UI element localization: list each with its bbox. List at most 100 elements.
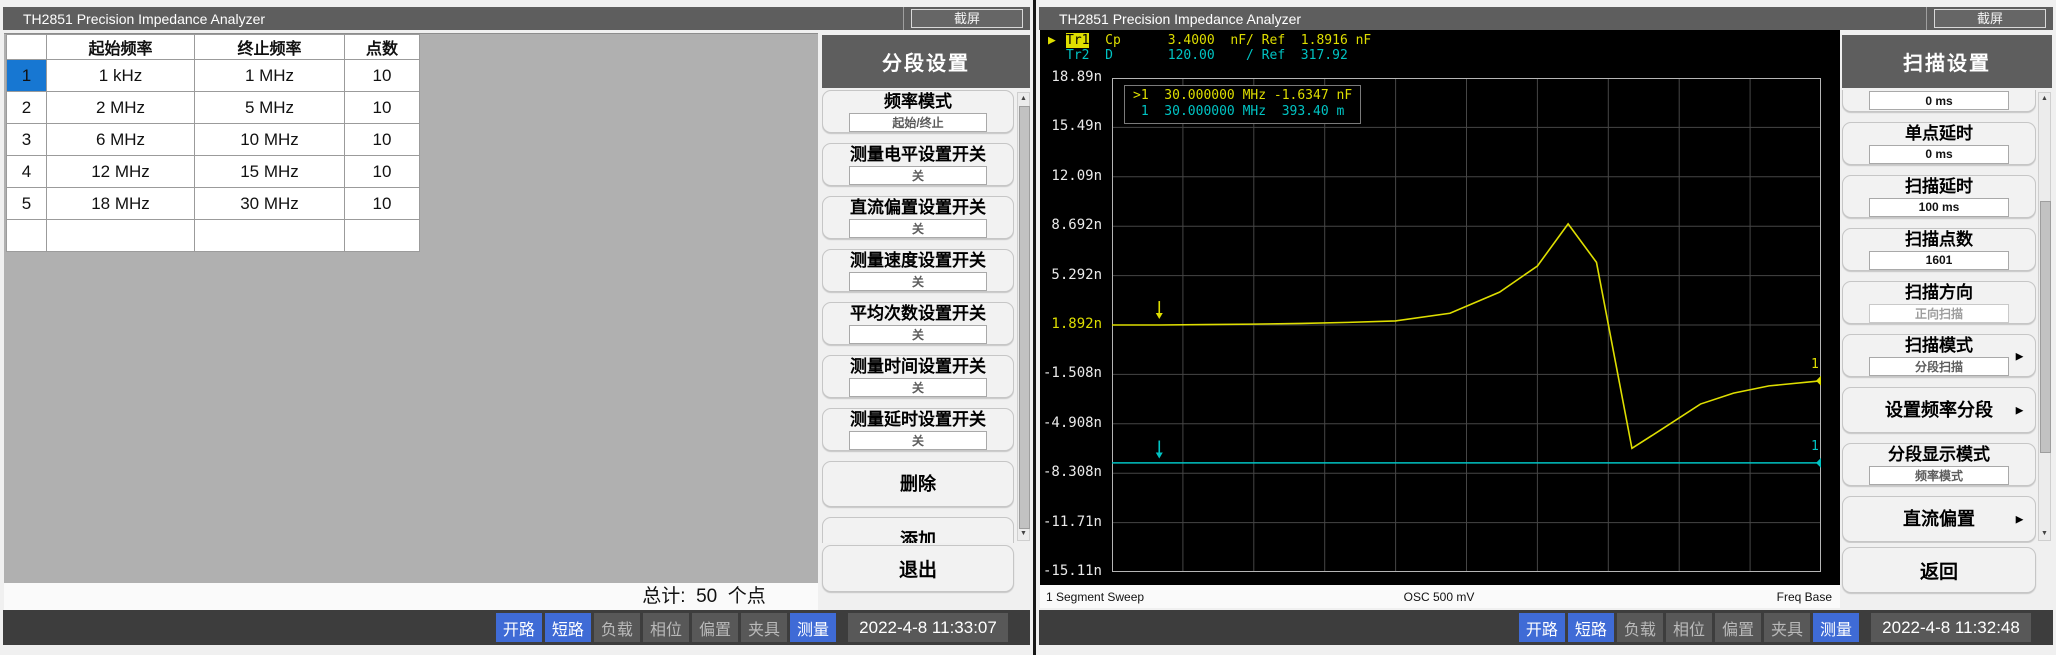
status-toggle[interactable]: 短路 (1568, 613, 1614, 642)
row-number-cell[interactable] (7, 220, 47, 252)
scroll-up-icon[interactable]: ▲ (1018, 93, 1029, 105)
table-cell[interactable] (345, 220, 420, 252)
button-value: 关 (849, 378, 988, 397)
sweep-delay-button[interactable]: 扫描延时100 ms (1842, 175, 2036, 218)
point-delay-button[interactable]: 单点延时0 ms (1842, 122, 2036, 165)
sweep-mode-button[interactable]: 扫描模式分段扫描► (1842, 334, 2036, 377)
delete-button[interactable]: 删除 (822, 461, 1014, 507)
table-row[interactable]: 11 kHz1 MHz10 (7, 60, 420, 92)
speed-switch-button[interactable]: 测量速度设置开关关 (822, 249, 1014, 292)
button-label: 添加 (900, 530, 936, 543)
table-cell[interactable]: 12 MHz (47, 156, 195, 188)
status-toggle[interactable]: 开路 (496, 613, 542, 642)
column-header: 起始频率 (47, 35, 195, 60)
status-toggle[interactable]: 偏置 (1715, 613, 1761, 642)
scrollbar-thumb[interactable] (1019, 106, 1030, 529)
status-toggle[interactable]: 短路 (545, 613, 591, 642)
dc-bias-switch-button[interactable]: 直流偏置设置开关关 (822, 196, 1014, 239)
button-label: 测量时间设置开关 (850, 357, 986, 377)
table-cell[interactable]: 1 MHz (195, 60, 345, 92)
meas-time-switch-button[interactable]: 测量时间设置开关关 (822, 355, 1014, 398)
freq-mode-button[interactable]: 频率模式起始/终止 (822, 90, 1014, 133)
impedance-chart: ▶Tr1 Cp 3.4000 nF/ Ref 1.8916 nF Tr2 D 1… (1040, 30, 1840, 585)
button-label: 单点延时 (1905, 124, 1973, 144)
meas-delay-switch-button[interactable]: 测量延时设置开关关 (822, 408, 1014, 451)
status-toggle[interactable]: 相位 (1666, 613, 1712, 642)
table-row[interactable]: 36 MHz10 MHz10 (7, 124, 420, 156)
sweep-direction-button[interactable]: 扫描方向正向扫描 (1842, 281, 2036, 324)
scroll-up-icon[interactable]: ▲ (2039, 93, 2050, 105)
clipped-delay-button[interactable]: 0 ms (1842, 90, 2036, 112)
row-number-cell[interactable]: 1 (7, 60, 47, 92)
table-cell[interactable]: 10 MHz (195, 124, 345, 156)
table-cell[interactable]: 10 (345, 124, 420, 156)
sweep-type-label: 1 Segment Sweep (1040, 590, 1308, 604)
table-cell[interactable]: 2 MHz (47, 92, 195, 124)
screen-capture-button[interactable]: 截屏 (911, 9, 1023, 28)
right-window: TH2851 Precision Impedance Analyzer 截屏 ▶… (1036, 0, 2056, 655)
row-number-cell[interactable]: 2 (7, 92, 47, 124)
table-cell[interactable]: 1 kHz (47, 60, 195, 92)
left-status-bar: 开路短路负载相位偏置夹具测量 2022-4-8 11:33:07 (3, 610, 1030, 645)
status-toggle[interactable]: 测量 (790, 613, 836, 642)
sweep-settings-button-list: 0 ms单点延时0 ms扫描延时100 ms扫描点数1601扫描方向正向扫描扫描… (1842, 90, 2036, 543)
y-axis-labels: 18.89n15.49n12.09n8.692n5.292n1.892n-1.5… (1040, 78, 1106, 572)
row-number-cell[interactable]: 5 (7, 188, 47, 220)
status-toggle[interactable]: 偏置 (692, 613, 738, 642)
segment-table[interactable]: 起始频率终止频率点数11 kHz1 MHz1022 MHz5 MHz1036 M… (6, 34, 420, 252)
screen-capture-button[interactable]: 截屏 (1934, 9, 2046, 28)
status-toggle[interactable]: 负载 (1617, 613, 1663, 642)
scroll-down-icon[interactable]: ▼ (1018, 528, 1029, 540)
button-value: 100 ms (1869, 198, 2009, 217)
add-button[interactable]: 添加 (822, 517, 1014, 543)
table-row[interactable]: 412 MHz15 MHz10 (7, 156, 420, 188)
table-cell[interactable] (47, 220, 195, 252)
button-label: 扫描模式 (1905, 336, 1973, 356)
table-cell[interactable]: 15 MHz (195, 156, 345, 188)
row-number-cell[interactable]: 4 (7, 156, 47, 188)
status-toggle[interactable]: 夹具 (1764, 613, 1810, 642)
status-toggle[interactable]: 测量 (1813, 613, 1859, 642)
button-label: 扫描点数 (1905, 230, 1973, 250)
active-trace-arrow-icon: ▶ (1048, 33, 1066, 48)
status-toggle[interactable]: 相位 (643, 613, 689, 642)
submenu-arrow-icon: ► (2013, 403, 2026, 418)
exit-button[interactable]: 退出 (822, 545, 1014, 592)
table-cell[interactable]: 6 MHz (47, 124, 195, 156)
table-cell[interactable]: 5 MHz (195, 92, 345, 124)
table-row[interactable] (7, 220, 420, 252)
left-title-bar: TH2851 Precision Impedance Analyzer 截屏 (3, 7, 1030, 30)
total-points-label: 总计: 50 个点 (642, 583, 766, 610)
y-axis-tick-label: -4.908n (1043, 415, 1102, 431)
dc-bias-button[interactable]: 直流偏置► (1842, 496, 2036, 542)
y-axis-tick-label: 5.292n (1051, 267, 1102, 283)
table-row[interactable]: 518 MHz30 MHz10 (7, 188, 420, 220)
table-cell[interactable]: 10 (345, 188, 420, 220)
table-cell[interactable] (195, 220, 345, 252)
status-toggle[interactable]: 负载 (594, 613, 640, 642)
table-cell[interactable]: 10 (345, 92, 420, 124)
button-value: 0 ms (1869, 91, 2009, 110)
return-button[interactable]: 返回 (1842, 547, 2036, 593)
table-cell[interactable]: 10 (345, 156, 420, 188)
level-switch-button[interactable]: 测量电平设置开关关 (822, 143, 1014, 186)
left-panel-scrollbar[interactable]: ▲ ▼ (1017, 92, 1030, 541)
table-cell[interactable]: 18 MHz (47, 188, 195, 220)
table-cell[interactable]: 10 (345, 60, 420, 92)
table-cell[interactable]: 30 MHz (195, 188, 345, 220)
segment-arrow-icon (1156, 313, 1163, 319)
row-number-cell[interactable]: 3 (7, 124, 47, 156)
status-toggle[interactable]: 开路 (1519, 613, 1565, 642)
trace1-id: Tr1 (1066, 33, 1089, 48)
segment-display-mode-button[interactable]: 分段显示模式频率模式 (1842, 443, 2036, 486)
set-freq-segments-button[interactable]: 设置频率分段► (1842, 387, 2036, 433)
average-switch-button[interactable]: 平均次数设置开关关 (822, 302, 1014, 345)
status-toggle[interactable]: 夹具 (741, 613, 787, 642)
sweep-points-button[interactable]: 扫描点数1601 (1842, 228, 2036, 271)
left-window: TH2851 Precision Impedance Analyzer 截屏 起… (0, 0, 1033, 655)
table-row[interactable]: 22 MHz5 MHz10 (7, 92, 420, 124)
right-panel-scrollbar[interactable]: ▲ ▼ (2038, 92, 2051, 541)
scrollbar-thumb[interactable] (2040, 201, 2051, 453)
titlebar-separator (1926, 7, 1927, 30)
scroll-down-icon[interactable]: ▼ (2039, 528, 2050, 540)
